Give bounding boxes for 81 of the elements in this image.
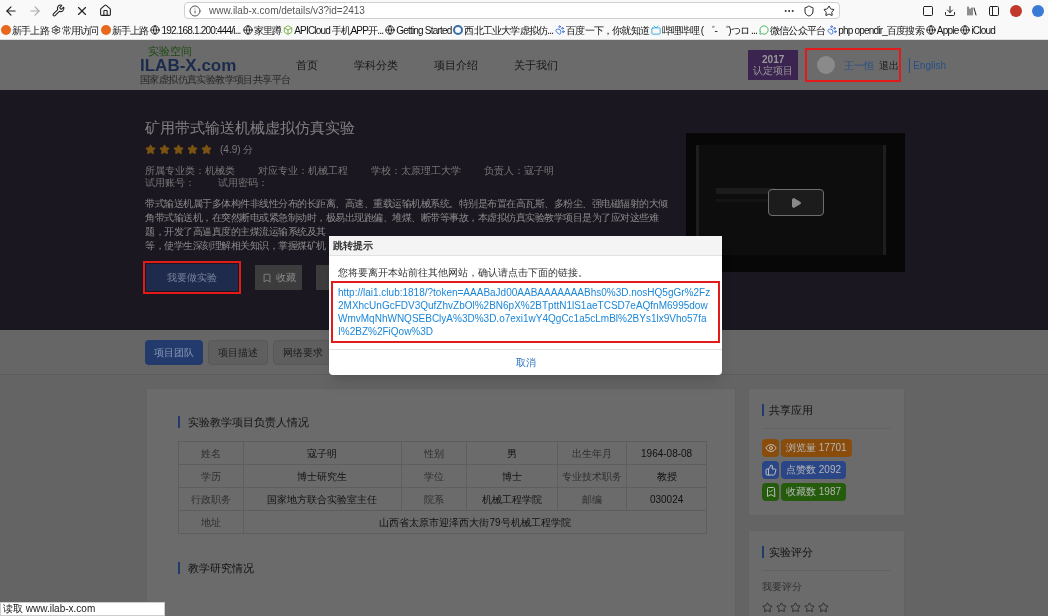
url-text: www.ilab-x.com/details/v3?id=2413 (209, 4, 365, 18)
status-bar: 读取 www.ilab-x.com (0, 602, 165, 616)
bookmark-link[interactable]: 新手上路 (1, 22, 49, 38)
bookmark-link[interactable]: 百度一下，你就知道 (555, 22, 649, 38)
project-info: 对应专业：机械工程 (258, 165, 348, 177)
table-cell: 山西省太原市迎泽西大街79号机械工程学院 (243, 510, 707, 534)
table-cell: 1964-08-08 (626, 441, 707, 465)
globe-icon (385, 25, 396, 35)
info-icon (189, 4, 201, 17)
stat-badge: 浏览量 17701 (781, 439, 852, 457)
start-experiment-button[interactable]: 我要做实验 (146, 264, 238, 291)
wrench-icon[interactable] (52, 4, 65, 17)
bookmark-link[interactable]: 新手上路 (100, 22, 149, 38)
table-cell: 国家地方联合实验室主任 (243, 487, 402, 511)
globe-icon (960, 25, 971, 35)
shield-icon[interactable] (803, 4, 815, 17)
tab[interactable]: 项目团队 (145, 339, 203, 365)
bookmark-link[interactable]: 192.168.1.200:444/i... (150, 22, 241, 38)
app-icon (283, 25, 294, 35)
chat-icon (759, 25, 770, 35)
cancel-button[interactable]: 取消 (507, 355, 544, 370)
stat-badge: 点赞数 2092 (781, 461, 847, 479)
project-info: 所属专业类：机械类 (145, 165, 235, 177)
tv-icon (651, 25, 661, 35)
play-button[interactable] (767, 189, 824, 216)
bookmark-icon (261, 272, 272, 283)
home-icon[interactable] (99, 4, 112, 17)
globe-icon (150, 25, 161, 35)
gear-icon (50, 25, 61, 35)
section-heading: 教学研究情况 (178, 562, 735, 574)
paw-icon (555, 25, 566, 35)
address-bar[interactable]: www.ilab-x.com/details/v3?id=2413 (184, 2, 840, 19)
bookmark-link[interactable]: APICloud 手机APP开... (283, 22, 384, 38)
award-badge: 2017 认定项目 (748, 50, 799, 80)
table-cell: 030024 (626, 487, 707, 511)
card-heading: 实验评分 (762, 546, 891, 558)
bookmark-link[interactable]: iCloud (960, 22, 995, 38)
bookmark-link[interactable]: 家里蹲 (242, 22, 282, 38)
bookmark-link[interactable]: Apple (925, 22, 959, 38)
globe-icon (242, 25, 253, 35)
description-line: 等，使学生深刻理解相关知识，掌握煤矿机 (145, 239, 326, 253)
dialog-message: 您将要离开本站前往其他网站，确认请点击下面的链接。 (337, 266, 589, 280)
extension-icon[interactable] (1032, 4, 1044, 17)
globe-icon (925, 25, 936, 35)
bookmark-link[interactable]: 哔哩哔哩 ( ゜- ゜)つロ ... (651, 22, 758, 38)
section-heading: 实验教学项目负责人情况 (178, 416, 735, 428)
browser-logo-icon (100, 25, 111, 35)
bookmark-star-icon[interactable] (823, 4, 835, 17)
table-cell: 博士研究生 (243, 464, 402, 488)
back-icon[interactable] (4, 3, 18, 18)
table-cell: 男 (466, 441, 558, 465)
card-heading: 共享应用 (762, 404, 891, 416)
table-cell: 寇子明 (243, 441, 402, 465)
bookmark-link[interactable]: 常用访问 (50, 22, 99, 38)
description-line: 题，开发了高逼真度的主煤流运输系统及其 (145, 225, 326, 239)
table-cell: 博士 (466, 464, 558, 488)
description-line: 角带式输送机，在突然断电或紧急制动时，极易出现跑偏、堆煤、断带等事故，本虚拟仿真实验教学项目是为了应对这些难 (145, 211, 658, 225)
extension-icon[interactable] (1010, 4, 1022, 17)
bookmark-link[interactable]: 微信公众平台 (759, 22, 826, 38)
bookmark-link[interactable]: php opendir_百度搜索 (827, 22, 924, 38)
dialog-title: 跳转提示 (333, 239, 373, 253)
experiment-title: 矿用带式输送机械虚拟仿真实验 (145, 118, 355, 138)
stat-badge: 收藏数 1987 (781, 483, 847, 501)
bookmark-link[interactable]: Getting Started (385, 22, 452, 38)
description-line: 带式输送机属于多体构件非线性分布的长距离、高速、重载运输机械系统。特别是布置在高瓦斯、多粉尘、强电磁辐射的大倾 (145, 197, 668, 211)
paw-icon (827, 25, 838, 35)
rating-score: (4.9) 分 (220, 143, 254, 157)
table-cell: 机械工程学院 (466, 487, 558, 511)
project-info: 试用密码： (218, 177, 268, 189)
library-icon[interactable] (966, 4, 978, 17)
table-cell: 教授 (626, 464, 707, 488)
bookmark-link[interactable]: 西北工业大学虚拟仿... (453, 22, 554, 38)
sidebar-icon[interactable] (988, 4, 1000, 17)
download-icon[interactable] (944, 4, 956, 17)
browser-logo-icon (1, 25, 11, 35)
project-info: 负责人：寇子明 (484, 165, 554, 177)
seal-icon (453, 25, 464, 35)
play-icon (789, 196, 802, 209)
screenshot-icon[interactable] (922, 4, 934, 17)
project-info: 试用账号： (145, 177, 195, 189)
project-info: 学校：太原理工大学 (371, 165, 461, 177)
